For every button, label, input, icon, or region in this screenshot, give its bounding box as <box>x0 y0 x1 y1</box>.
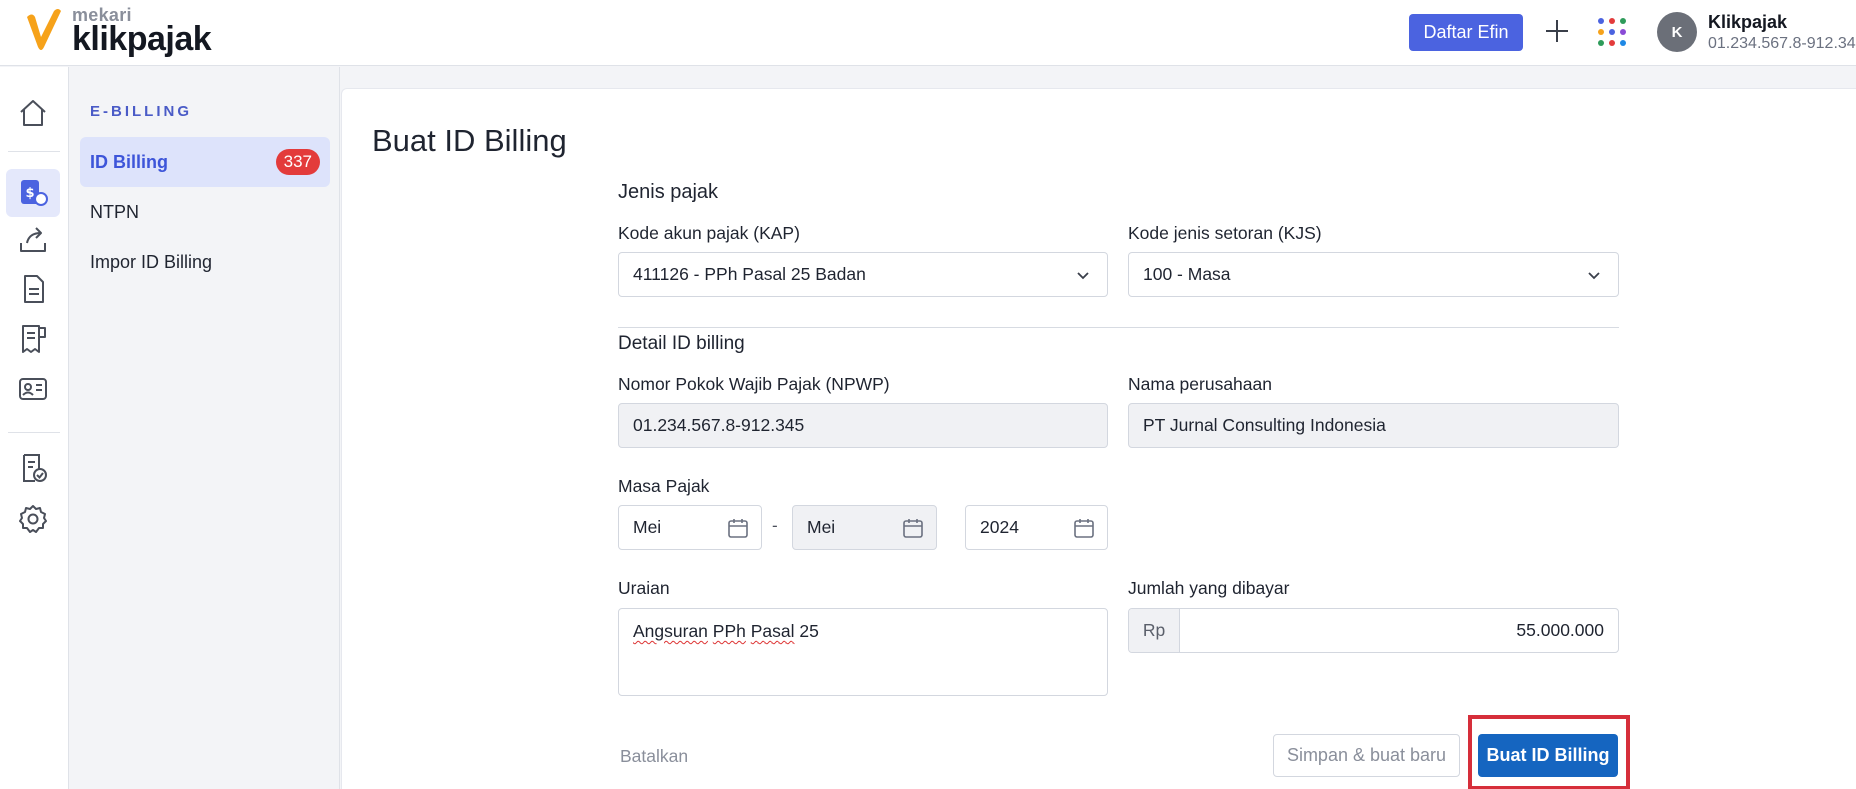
kjs-selected-value: 100 - Masa <box>1143 264 1231 284</box>
create-id-billing-button[interactable]: Buat ID Billing <box>1478 734 1618 777</box>
masa-from-value: Mei <box>633 517 662 537</box>
submenu-item-id-billing[interactable]: ID Billing 337 <box>80 137 330 187</box>
submenu-item-label: ID Billing <box>90 151 168 172</box>
daftar-efin-button[interactable]: Daftar Efin <box>1409 14 1523 51</box>
amount-value: 55.000.000 <box>1516 620 1604 640</box>
cancel-button[interactable]: Batalkan <box>620 746 688 767</box>
uraian-word: 25 <box>794 621 819 641</box>
kap-select[interactable]: 411126 - PPh Pasal 25 Badan <box>618 252 1108 297</box>
svg-text:$: $ <box>25 186 34 201</box>
user-name[interactable]: Klikpajak <box>1708 12 1787 33</box>
currency-prefix: Rp <box>1129 609 1180 652</box>
npwp-value: 01.234.567.8-912.345 <box>633 415 805 435</box>
submenu-item-impor-id-billing[interactable]: Impor ID Billing <box>80 237 330 287</box>
logo-main-text: klikpajak <box>72 20 212 58</box>
calendar-icon <box>1074 519 1094 538</box>
amount-label: Jumlah yang dibayar <box>1128 578 1290 598</box>
company-name-value: PT Jurnal Consulting Indonesia <box>1143 415 1386 435</box>
id-card-icon[interactable] <box>17 373 49 405</box>
user-npwp: 01.234.567.8-912.345 <box>1708 35 1856 52</box>
home-icon[interactable] <box>17 97 49 129</box>
npwp-label: Nomor Pokok Wajib Pajak (NPWP) <box>618 374 890 394</box>
npwp-field: 01.234.567.8-912.345 <box>618 403 1108 448</box>
company-name-field: PT Jurnal Consulting Indonesia <box>1128 403 1619 448</box>
uraian-label: Uraian <box>618 578 670 598</box>
kap-selected-value: 411126 - PPh Pasal 25 Badan <box>633 264 866 284</box>
calendar-icon <box>728 519 748 538</box>
klikpajak-logo[interactable]: mekari klikpajak <box>24 6 212 58</box>
section-detail-id-billing: Detail ID billing <box>618 333 745 354</box>
company-label: Nama perusahaan <box>1128 374 1272 394</box>
plus-icon[interactable] <box>1543 17 1571 45</box>
checkmark-logo-icon <box>27 9 61 50</box>
avatar[interactable]: K <box>1657 12 1697 52</box>
receipt-icon[interactable] <box>17 323 49 355</box>
rail-divider <box>8 432 60 433</box>
kap-label: Kode akun pajak (KAP) <box>618 223 800 243</box>
icon-rail: $ <box>0 67 69 789</box>
calendar-icon <box>903 519 923 538</box>
submenu-item-label: NTPN <box>90 201 139 222</box>
uraian-textarea[interactable]: Angsuran PPh Pasal 25 <box>618 608 1108 696</box>
section-jenis-pajak: Jenis pajak <box>618 181 719 203</box>
save-and-new-button[interactable]: Simpan & buat baru <box>1273 734 1460 777</box>
submenu-title: E-BILLING <box>90 103 192 120</box>
apps-grid-icon[interactable] <box>1596 16 1628 48</box>
main-content: Buat ID Billing Jenis pajak Kode akun pa… <box>341 88 1856 789</box>
report-check-icon[interactable] <box>17 452 49 484</box>
uraian-word: Angsuran <box>633 621 708 641</box>
chevron-down-icon <box>1077 272 1089 280</box>
ebilling-submenu: E-BILLING ID Billing 337 NTPN Impor ID B… <box>70 67 340 789</box>
section-divider <box>618 327 1619 328</box>
uraian-word: Pasal <box>750 621 795 641</box>
chevron-down-icon <box>1588 272 1600 280</box>
submenu-item-ntpn[interactable]: NTPN <box>80 187 330 237</box>
masa-to-picker: Mei <box>792 505 937 550</box>
rail-divider <box>8 151 60 152</box>
billing-icon[interactable]: $ <box>17 177 49 209</box>
top-bar: mekari klikpajak Daftar Efin K Klikpajak… <box>0 0 1856 66</box>
document-icon[interactable] <box>17 273 49 305</box>
kjs-label: Kode jenis setoran (KJS) <box>1128 223 1322 243</box>
year-value: 2024 <box>980 517 1019 537</box>
kjs-select[interactable]: 100 - Masa <box>1128 252 1619 297</box>
upload-icon[interactable] <box>17 225 49 257</box>
page-title: Buat ID Billing <box>372 123 567 158</box>
amount-input[interactable]: Rp 55.000.000 <box>1128 608 1619 653</box>
year-picker[interactable]: 2024 <box>965 505 1108 550</box>
uraian-word: PPh <box>712 621 746 641</box>
masa-from-picker[interactable]: Mei <box>618 505 762 550</box>
period-separator: - <box>772 516 778 535</box>
submenu-item-label: Impor ID Billing <box>90 251 213 272</box>
settings-icon[interactable] <box>17 503 49 535</box>
masa-to-value: Mei <box>807 517 836 537</box>
count-badge: 337 <box>275 149 320 175</box>
masa-pajak-label: Masa Pajak <box>618 476 710 496</box>
